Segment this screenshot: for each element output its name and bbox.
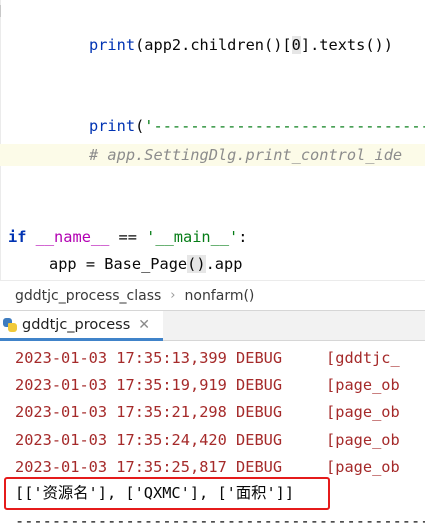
code-token: print	[89, 36, 136, 54]
log-level: DEBUG	[236, 457, 283, 476]
code-token: if	[8, 228, 27, 246]
fold-marker[interactable]	[0, 5, 5, 17]
log-source: [page_ob	[326, 457, 400, 476]
log-line: 2023-01-03 17:35:13,399 DEBUG [gddtjc_	[15, 348, 400, 368]
run-console-output[interactable]: 2023-01-03 17:35:13,399 DEBUG [gddtjc_ 202…	[0, 341, 425, 523]
log-timestamp: 2023-01-03 17:35:25,817	[15, 457, 237, 476]
code-line-main-guard[interactable]: if __name__ == '__main__':	[8, 226, 248, 248]
log-level: DEBUG	[236, 430, 283, 449]
log-line: 2023-01-03 17:35:25,817 DEBUG [page_ob	[15, 457, 400, 477]
console-result-line: [['资源名'], ['QXMC'], ['面积']]	[15, 484, 295, 502]
log-source: [gddtjc_	[326, 349, 400, 367]
code-token: 0	[291, 36, 301, 54]
code-token: ==	[109, 228, 147, 246]
breadcrumb: gddtjc_process_class › nonfarm()	[0, 280, 425, 310]
code-line-print-children[interactable]: print(app2.children()[0].texts())	[89, 34, 393, 56]
code-token: app = Base_Page	[49, 255, 188, 273]
chevron-right-icon: ›	[170, 288, 176, 303]
close-icon[interactable]: ✕	[138, 317, 150, 333]
code-token: __name__	[35, 228, 110, 246]
code-token: ]	[300, 36, 311, 54]
tab-label: gddtjc_process	[22, 316, 131, 333]
tab-run-config[interactable]: gddtjc_process ✕	[0, 311, 163, 341]
code-token: print	[89, 117, 136, 135]
code-token: '__main__'	[146, 228, 239, 246]
log-timestamp: 2023-01-03 17:35:13,399	[15, 349, 237, 367]
code-token: ()	[187, 255, 206, 273]
breadcrumb-item-file[interactable]: gddtjc_process_class	[15, 288, 161, 304]
log-source: [page_ob	[326, 376, 400, 395]
code-token: .app	[205, 255, 243, 273]
log-line: 2023-01-03 17:35:24,420 DEBUG [page_ob	[15, 430, 400, 450]
log-source: [page_ob	[326, 403, 400, 422]
console-separator-line: ----------------------------------------…	[15, 512, 425, 523]
code-line-app-init[interactable]: app = Base_Page().app	[49, 253, 242, 275]
log-timestamp: 2023-01-03 17:35:24,420	[15, 430, 237, 449]
log-line: 2023-01-03 17:35:19,919 DEBUG [page_ob	[15, 375, 400, 395]
log-level: DEBUG	[236, 376, 283, 395]
code-token: '-----------------------------------	[144, 117, 425, 135]
code-token: (app2.children()[	[135, 36, 292, 54]
run-tool-window-header: gddtjc_process ✕	[0, 310, 425, 341]
log-level: DEBUG	[236, 403, 283, 422]
log-timestamp: 2023-01-03 17:35:19,919	[15, 376, 237, 395]
code-token: :	[238, 228, 248, 246]
log-line: 2023-01-03 17:35:21,298 DEBUG [page_ob	[15, 402, 400, 422]
log-source: [page_ob	[326, 430, 400, 449]
python-icon	[3, 317, 17, 332]
log-level: DEBUG	[236, 349, 283, 367]
code-editor[interactable]: print(app2.children()[0].texts()) print(…	[0, 0, 425, 280]
editor-gutter	[0, 0, 1, 280]
breadcrumb-item-method[interactable]: nonfarm()	[185, 288, 255, 304]
code-comment: # app.SettingDlg.print_control_ide	[89, 146, 403, 164]
log-timestamp: 2023-01-03 17:35:21,298	[15, 403, 237, 422]
code-line-print-separator[interactable]: print('---------------------------------…	[89, 115, 425, 137]
code-token: (	[135, 117, 145, 135]
code-line-comment[interactable]: # app.SettingDlg.print_control_ide	[0, 144, 425, 166]
code-token: .texts())	[310, 36, 393, 54]
